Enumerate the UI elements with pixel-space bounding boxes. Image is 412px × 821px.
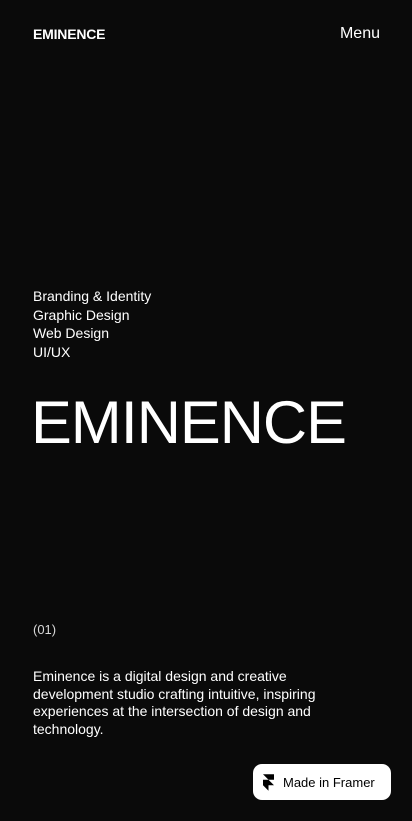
section-number: (01): [33, 622, 57, 637]
made-in-framer-badge[interactable]: Made in Framer: [253, 764, 391, 800]
menu-button[interactable]: Menu: [340, 25, 380, 43]
service-item-branding: Branding & Identity: [33, 288, 152, 304]
hero-title: EMINENCE: [31, 389, 347, 456]
service-item-ui-ux: UI/UX: [33, 343, 71, 360]
services-list: Branding & Identity Graphic Design Web D…: [33, 287, 151, 361]
site-logo[interactable]: EMINENCE: [33, 26, 105, 42]
badge-label: Made in Framer: [283, 774, 375, 790]
about-description: Eminence is a digital design and creativ…: [33, 668, 316, 737]
service-item-web-design: Web Design: [33, 325, 110, 341]
framer-icon: [263, 773, 274, 791]
site-header: EMINENCE Menu: [33, 24, 380, 44]
service-item-graphic-design: Graphic Design: [33, 306, 130, 323]
